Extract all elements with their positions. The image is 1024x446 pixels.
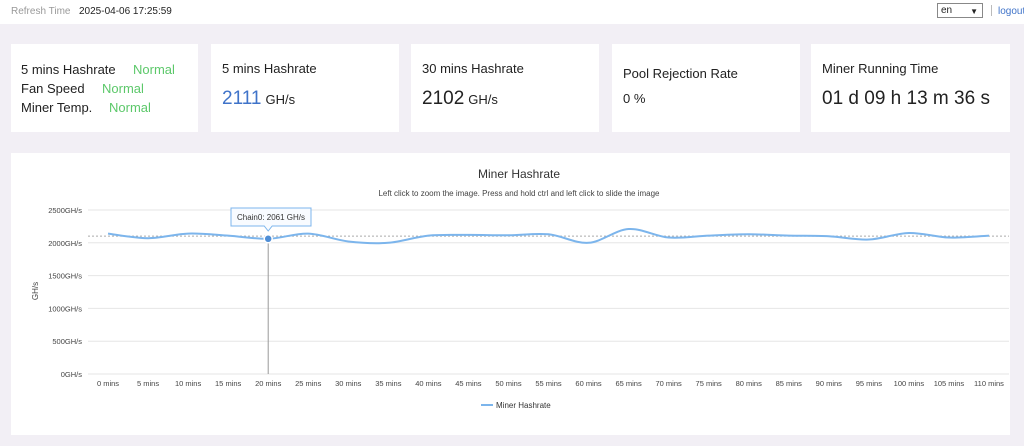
hashrate-30min-value: 2102: [422, 88, 465, 109]
y-tick-label: 0GH/s: [61, 370, 83, 379]
x-tick-label: 60 mins: [575, 379, 602, 388]
header-divider: [991, 5, 992, 16]
hashrate-unit: GH/s: [468, 92, 498, 107]
status-label: 5 mins Hashrate: [21, 62, 116, 77]
status-value: Normal: [109, 100, 151, 115]
x-tick-label: 65 mins: [615, 379, 642, 388]
card-value: 2111 GH/s: [222, 88, 295, 110]
running-time-value: 01 d 09 h 13 m 36 s: [822, 88, 990, 109]
x-tick-label: 100 mins: [894, 379, 925, 388]
y-axis-label: GH/s: [31, 282, 40, 300]
status-value: Normal: [102, 81, 144, 96]
hashrate-unit: GH/s: [265, 92, 296, 107]
hashrate-5min-card: 5 mins Hashrate 2111 GH/s: [211, 44, 399, 132]
card-title: Miner Running Time: [822, 61, 939, 76]
hashrate-chart[interactable]: Miner Hashrate Left click to zoom the im…: [11, 153, 1010, 435]
x-tick-label: 75 mins: [696, 379, 723, 388]
x-tick-label: 70 mins: [655, 379, 682, 388]
x-tick-label: 10 mins: [175, 379, 202, 388]
chevron-down-icon: ▼: [970, 7, 978, 16]
language-select-value: en: [941, 5, 953, 16]
x-tick-label: 45 mins: [455, 379, 482, 388]
status-label: Fan Speed: [21, 81, 85, 96]
y-tick-label: 2000GH/s: [48, 239, 82, 248]
running-time-card: Miner Running Time 01 d 09 h 13 m 36 s: [811, 44, 1010, 132]
hashrate-5min-value: 2111: [222, 88, 262, 109]
tooltip-text: Chain0: 2061 GH/s: [237, 213, 305, 222]
x-tick-label: 95 mins: [856, 379, 883, 388]
hashrate-30min-card: 30 mins Hashrate 2102 GH/s: [411, 44, 599, 132]
x-tick-label: 15 mins: [215, 379, 242, 388]
top-bar: Refresh Time 2025-04-06 17:25:59 en ▼ lo…: [0, 0, 1024, 24]
y-tick-label: 2500GH/s: [48, 206, 82, 215]
chart-title: Miner Hashrate: [478, 167, 560, 181]
pool-rejection-value: 0 %: [623, 91, 646, 106]
x-tick-label: 5 mins: [137, 379, 159, 388]
card-title: 30 mins Hashrate: [422, 61, 524, 76]
card-title: Pool Rejection Rate: [623, 66, 738, 81]
y-tick-label: 1500GH/s: [48, 272, 82, 281]
status-card: 5 mins Hashrate Normal Fan Speed Normal …: [11, 44, 198, 132]
logout-link[interactable]: logout: [998, 6, 1024, 17]
legend-item[interactable]: Miner Hashrate: [496, 401, 551, 410]
x-tick-label: 50 mins: [495, 379, 522, 388]
x-tick-label: 30 mins: [335, 379, 362, 388]
y-tick-label: 500GH/s: [52, 337, 82, 346]
status-row-fan-speed: Fan Speed Normal: [21, 81, 144, 96]
status-value: Normal: [133, 62, 175, 77]
x-tick-label: 105 mins: [934, 379, 965, 388]
card-value: 2102 GH/s: [422, 88, 498, 110]
x-tick-label: 55 mins: [535, 379, 562, 388]
x-tick-label: 35 mins: [375, 379, 402, 388]
x-tick-label: 20 mins: [255, 379, 282, 388]
legend[interactable]: Miner Hashrate: [481, 401, 551, 410]
refresh-time-value: 2025-04-06 17:25:59: [79, 6, 172, 17]
hashrate-chart-panel[interactable]: Miner Hashrate Left click to zoom the im…: [11, 153, 1010, 435]
x-tick-label: 85 mins: [776, 379, 803, 388]
x-tick-labels: 0 mins 5 mins 10 mins 15 mins 20 mins 25 mins…: [97, 379, 1004, 388]
x-tick-label: 25 mins: [295, 379, 322, 388]
status-label: Miner Temp.: [21, 100, 93, 115]
status-row-hashrate: 5 mins Hashrate Normal: [21, 62, 175, 77]
language-select[interactable]: en ▼: [937, 3, 983, 18]
y-tick-label: 1000GH/s: [48, 304, 82, 313]
highlighted-point[interactable]: [263, 234, 273, 244]
x-tick-label: 110 mins: [974, 379, 1004, 388]
status-row-miner-temp: Miner Temp. Normal: [21, 100, 151, 115]
series-layer: [107, 228, 990, 374]
x-tick-label: 90 mins: [816, 379, 843, 388]
chart-subtitle: Left click to zoom the image. Press and …: [378, 189, 660, 198]
refresh-time-label: Refresh Time: [11, 6, 71, 17]
x-tick-label: 80 mins: [736, 379, 763, 388]
x-tick-label: 40 mins: [415, 379, 442, 388]
card-title: 5 mins Hashrate: [222, 61, 317, 76]
grid-layer: 0GH/s 500GH/s 1000GH/s 1500GH/s 2000GH/s 2500…: [48, 206, 1009, 379]
pool-rejection-card: Pool Rejection Rate 0 %: [612, 44, 800, 132]
x-tick-label: 0 mins: [97, 379, 119, 388]
